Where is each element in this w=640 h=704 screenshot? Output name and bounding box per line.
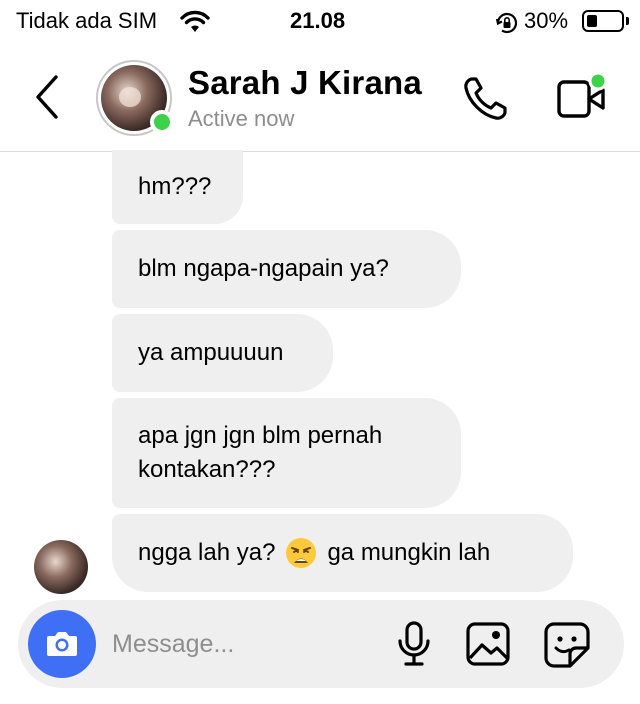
microphone-icon bbox=[398, 621, 430, 666]
message-bubble[interactable]: blm ngapa-ngapain ya? bbox=[112, 230, 461, 308]
battery-fill bbox=[587, 15, 597, 27]
back-chevron-icon bbox=[36, 75, 58, 119]
contact-name[interactable]: Sarah J Kirana bbox=[188, 64, 422, 102]
battery-icon bbox=[582, 10, 624, 32]
voice-message-button[interactable] bbox=[394, 620, 434, 668]
message-input[interactable] bbox=[112, 620, 382, 668]
message-bubble[interactable]: hm??? bbox=[112, 150, 243, 224]
message-text: ya ampuuuun bbox=[138, 339, 284, 366]
message-bubble[interactable]: apa jgn jgn blm pernah kontakan??? bbox=[112, 398, 461, 508]
audio-call-button[interactable] bbox=[460, 74, 510, 124]
online-indicator bbox=[150, 110, 174, 134]
message-text: hm??? bbox=[138, 173, 212, 200]
message-text: apa jgn jgn blm pernah kontakan??? bbox=[138, 422, 383, 483]
message-composer bbox=[18, 600, 624, 688]
battery-nub bbox=[626, 17, 629, 25]
weary-face-emoji-icon bbox=[285, 537, 317, 569]
sticker-button[interactable] bbox=[542, 620, 592, 670]
sender-avatar[interactable] bbox=[34, 540, 88, 594]
clock-time: 21.08 bbox=[290, 8, 346, 33]
chat-header: Sarah J Kirana Active now bbox=[0, 44, 640, 152]
message-text: ga mungkin lah bbox=[327, 539, 491, 566]
message-bubble[interactable]: ngga lah ya? ga mungkin lah bbox=[112, 514, 573, 592]
message-text: ngga lah ya? bbox=[138, 539, 276, 566]
back-button[interactable] bbox=[28, 72, 68, 122]
image-icon bbox=[466, 622, 510, 666]
status-bar: Tidak ada SIM 21.08 30% bbox=[0, 0, 640, 44]
message-bubble[interactable]: ya ampuuuun bbox=[112, 314, 333, 392]
wifi-icon bbox=[180, 10, 210, 39]
battery-percentage: 30% bbox=[524, 8, 569, 33]
gallery-button[interactable] bbox=[464, 620, 512, 668]
phone-icon bbox=[464, 77, 507, 120]
message-text: blm ngapa-ngapain ya? bbox=[138, 255, 389, 282]
camera-icon bbox=[47, 632, 77, 656]
contact-status: Active now bbox=[188, 106, 295, 131]
camera-button[interactable] bbox=[28, 610, 96, 678]
video-call-button[interactable] bbox=[556, 71, 612, 122]
orientation-lock-icon bbox=[494, 10, 520, 41]
carrier-label: Tidak ada SIM bbox=[16, 8, 158, 33]
video-camera-icon bbox=[557, 71, 608, 118]
sticker-icon bbox=[544, 622, 590, 668]
